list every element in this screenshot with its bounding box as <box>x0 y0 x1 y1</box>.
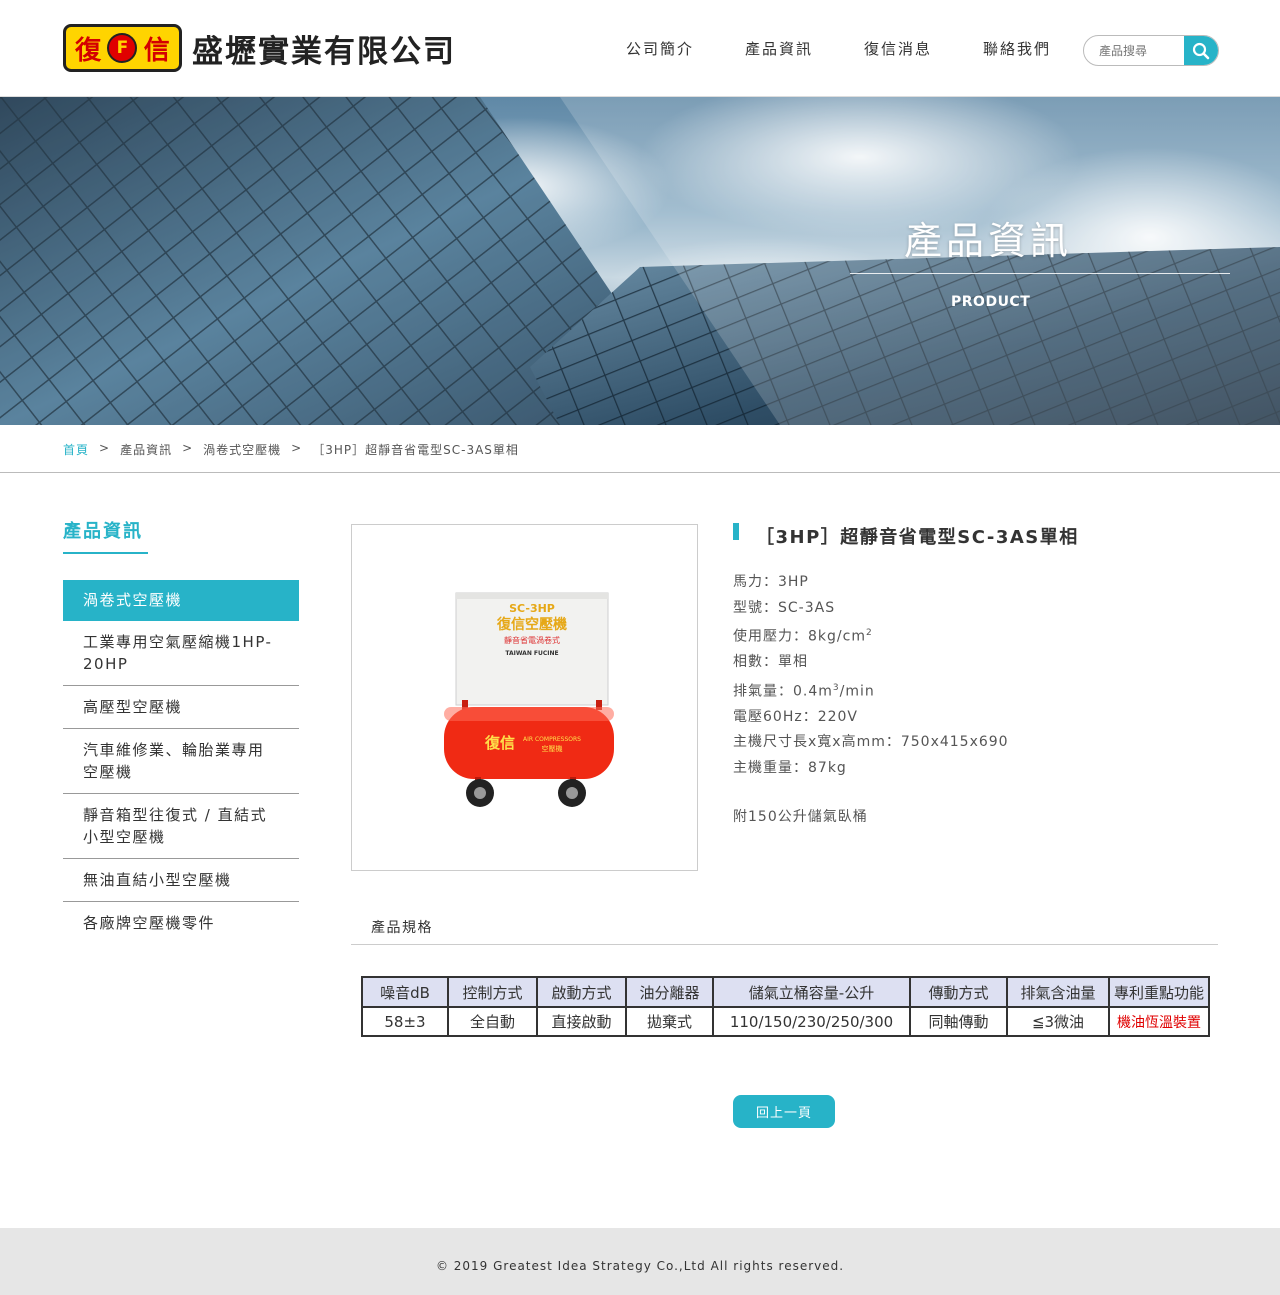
sidebar-item-parts[interactable]: 各廠牌空壓機零件 <box>63 902 299 944</box>
image-tank-brand: 復信 <box>484 734 515 752</box>
spec-table-header-row: 噪音dB 控制方式 啟動方式 油分離器 儲氣立桶容量-公升 傳動方式 排氣含油量… <box>361 976 1210 1008</box>
search-button[interactable] <box>1184 36 1218 65</box>
spec-value-cell: 拋棄式 <box>625 1006 714 1037</box>
spec-value-cell: 全自動 <box>447 1006 538 1037</box>
spec-model: 型號：SC-3AS <box>733 599 836 616</box>
nav-contact[interactable]: 聯絡我們 <box>983 38 1051 59</box>
spec-value-cell: 110/150/230/250/300 <box>712 1006 911 1037</box>
sidebar-title-underline <box>63 552 148 554</box>
search-icon <box>1192 42 1210 59</box>
nav-about[interactable]: 公司簡介 <box>626 38 694 59</box>
product-image[interactable]: SC-3HP 復信空壓機 靜音省電渦卷式 TAIWAN FUCINE 復信 AI… <box>351 524 698 871</box>
sidebar-item-auto-repair[interactable]: 汽車維修業、輪胎業專用空壓機 <box>63 729 299 794</box>
banner-subtitle: PRODUCT <box>951 294 1031 310</box>
image-model-text: SC-3HP <box>509 602 555 615</box>
spec-voltage: 電壓60Hz：220V <box>733 708 858 725</box>
page-banner: 產品資訊 PRODUCT <box>0 97 1280 425</box>
spec-header-cell: 排氣含油量 <box>1006 976 1110 1008</box>
sidebar-category-list: 渦卷式空壓機 工業專用空氣壓縮機1HP-20HP 高壓型空壓機 汽車維修業、輪胎… <box>63 580 299 944</box>
spec-table-value-row: 58±3 全自動 直接啟動 拋棄式 110/150/230/250/300 同軸… <box>361 1006 1210 1037</box>
image-name-text: 復信空壓機 <box>496 616 567 633</box>
nav-products[interactable]: 產品資訊 <box>745 38 813 59</box>
main-nav: 公司簡介 產品資訊 復信消息 聯絡我們 <box>626 38 1102 59</box>
spec-header-cell: 啟動方式 <box>536 976 627 1008</box>
back-button[interactable]: 回上一頁 <box>733 1095 835 1128</box>
spec-extra-tank: 附150公升儲氣臥桶 <box>733 809 868 826</box>
banner-title: 產品資訊 <box>904 219 1073 263</box>
spec-header-cell: 儲氣立桶容量-公升 <box>712 976 911 1008</box>
sidebar-title: 產品資訊 <box>63 521 143 542</box>
spec-value-cell: 58±3 <box>361 1006 449 1037</box>
spec-displacement: 排氣量：0.4m3/min <box>733 682 875 700</box>
spec-table: 噪音dB 控制方式 啟動方式 油分離器 儲氣立桶容量-公升 傳動方式 排氣含油量… <box>361 976 1210 1037</box>
logo-char-1: 復 <box>75 35 102 66</box>
spec-header-cell: 傳動方式 <box>909 976 1008 1008</box>
logo-char-2: 信 <box>143 35 170 66</box>
spec-header-cell: 專利重點功能 <box>1108 976 1210 1008</box>
product-specs: 馬力：3HP 型號：SC-3AS 使用壓力：8kg/cm2 相數：單相 排氣量：… <box>733 570 1009 831</box>
spec-header-cell: 噪音dB <box>361 976 449 1008</box>
image-tank-en: AIR COMPRESSORS <box>523 736 581 743</box>
banner-divider <box>850 273 1230 274</box>
search-input[interactable] <box>1084 36 1184 65</box>
nav-news[interactable]: 復信消息 <box>864 38 932 59</box>
sidebar-item-industrial-compressor[interactable]: 工業專用空氣壓縮機1HP-20HP <box>63 621 299 686</box>
spec-value-cell: 同軸傳動 <box>909 1006 1008 1037</box>
breadcrumb-separator: > <box>99 441 111 455</box>
company-name: 盛壢實業有限公司 <box>192 33 456 70</box>
spec-header-cell: 油分離器 <box>625 976 714 1008</box>
spec-value-cell: ≦3微油 <box>1006 1006 1110 1037</box>
spec-phase: 相數：單相 <box>733 654 808 671</box>
breadcrumb-separator: > <box>291 441 303 455</box>
image-brand-text: TAIWAN FUCINE <box>505 650 558 657</box>
product-title-marker <box>733 523 739 540</box>
spec-header-cell: 控制方式 <box>447 976 538 1008</box>
spec-power: 馬力：3HP <box>733 574 809 590</box>
sidebar-item-oil-free[interactable]: 無油直結小型空壓機 <box>63 859 299 902</box>
spec-value-cell: 直接啟動 <box>536 1006 627 1037</box>
spec-weight: 主機重量：87kg <box>733 759 847 776</box>
breadcrumb-products[interactable]: 產品資訊 <box>120 441 172 458</box>
logo-badge: 復 F 信 <box>63 24 182 72</box>
image-tank-cn: 空壓機 <box>542 744 563 753</box>
sidebar-item-silent-box[interactable]: 靜音箱型往復式 / 直結式小型空壓機 <box>63 794 299 859</box>
company-logo[interactable]: 復 F 信 盛壢實業有限公司 <box>63 24 456 72</box>
breadcrumb-current: ［3HP］超靜音省電型SC-3AS單相 <box>312 443 519 457</box>
site-footer: © 2019 Greatest Idea Strategy Co.,Ltd Al… <box>0 1228 1280 1295</box>
breadcrumb-divider <box>0 472 1280 473</box>
product-title: ［3HP］超靜音省電型SC-3AS單相 <box>756 527 1079 548</box>
tab-product-specs[interactable]: 產品規格 <box>371 917 433 937</box>
breadcrumb: 首頁 > 產品資訊 > 渦卷式空壓機 > ［3HP］超靜音省電型SC-3AS單相 <box>63 441 519 458</box>
spec-dimensions: 主機尺寸長x寬x高mm：750x415x690 <box>733 734 1009 751</box>
breadcrumb-category[interactable]: 渦卷式空壓機 <box>203 441 281 458</box>
banner-building-image <box>0 97 1280 425</box>
sidebar-item-high-pressure[interactable]: 高壓型空壓機 <box>63 686 299 729</box>
spec-value-cell-highlight: 機油恆溫裝置 <box>1108 1006 1210 1037</box>
site-header: 復 F 信 盛壢實業有限公司 公司簡介 產品資訊 復信消息 聯絡我們 <box>0 0 1280 97</box>
image-tag-text: 靜音省電渦卷式 <box>504 635 560 645</box>
logo-f-icon: F <box>107 33 138 63</box>
breadcrumb-home[interactable]: 首頁 <box>63 441 89 458</box>
spec-tab-divider <box>351 944 1218 945</box>
spec-pressure: 使用壓力：8kg/cm2 <box>733 628 873 645</box>
copyright-text: © 2019 Greatest Idea Strategy Co.,Ltd Al… <box>435 1259 845 1273</box>
search-box <box>1083 35 1219 66</box>
air-compressor-image: SC-3HP 復信空壓機 靜音省電渦卷式 TAIWAN FUCINE 復信 AI… <box>444 592 614 807</box>
breadcrumb-separator: > <box>182 441 194 455</box>
sidebar-item-scroll-compressor[interactable]: 渦卷式空壓機 <box>63 580 299 621</box>
